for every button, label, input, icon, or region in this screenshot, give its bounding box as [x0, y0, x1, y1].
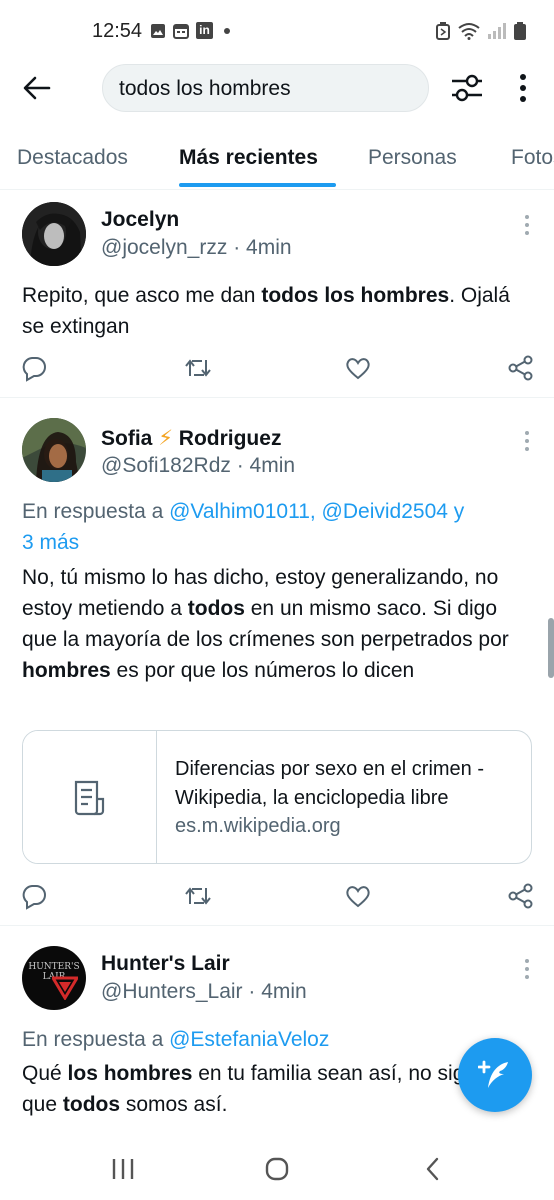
display-name[interactable]: Jocelyn: [101, 208, 179, 232]
tweet-text-segment: somos así.: [120, 1093, 228, 1116]
like-icon[interactable]: [344, 882, 372, 910]
active-tab-indicator: [179, 183, 336, 187]
search-topbar: todos los hombres: [0, 62, 554, 114]
tweet-item[interactable]: HUNTER'S LAIR Hunter's Lair @Hunters_Lair…: [0, 926, 554, 1136]
handle-time: @Hunters_Lair · 4min: [101, 980, 307, 1003]
link-preview-card[interactable]: Diferencias por sexo en el crimen - Wiki…: [22, 730, 532, 864]
search-input[interactable]: todos los hombres: [102, 64, 429, 112]
status-bar: 12:54 in: [0, 0, 554, 62]
avatar[interactable]: HUNTER'S LAIR: [22, 946, 86, 1010]
avatar[interactable]: [22, 202, 86, 266]
scrollbar-thumb[interactable]: [548, 618, 554, 678]
reply-icon[interactable]: [20, 882, 48, 910]
tweet-more-icon[interactable]: [518, 430, 536, 452]
tweet-text-highlight: todos: [62, 1093, 121, 1116]
share-icon[interactable]: [507, 882, 535, 910]
lightning-emoji: ⚡: [158, 427, 173, 450]
avatar-image: [22, 202, 86, 266]
tweet-more-icon[interactable]: [518, 214, 536, 236]
reply-more-link[interactable]: 3 más: [22, 531, 79, 554]
signal-icon: [488, 23, 506, 39]
home-icon[interactable]: [262, 1154, 292, 1184]
link-title: Diferencias por sexo en el crimen - Wiki…: [175, 758, 485, 809]
compose-quill-icon: [478, 1060, 508, 1088]
tweet-text-segment: Repito, que asco me dan: [22, 284, 262, 307]
calendar-icon: [173, 23, 189, 39]
retweet-icon[interactable]: [184, 354, 212, 382]
tweet-text-segment: es por que los números lo dicen: [110, 659, 415, 682]
reply-icon[interactable]: [20, 354, 48, 382]
search-tabs: Destacados Más recientes Personas Fotos: [0, 128, 554, 190]
handle-time: @jocelyn_rzz · 4min: [101, 236, 292, 259]
battery-saver-icon: [436, 22, 450, 40]
reply-mentions-link[interactable]: @Valhim01011, @Deivid2504: [169, 500, 448, 523]
tab-destacados[interactable]: Destacados: [17, 146, 128, 170]
reply-prefix: En respuesta a: [22, 1028, 170, 1051]
tweet-text-highlight: todos los hombres: [261, 284, 450, 307]
tweet-item[interactable]: Jocelyn @jocelyn_rzz · 4min Repito, que …: [0, 190, 554, 398]
image-icon: [151, 23, 165, 38]
display-name-first: Sofia: [101, 427, 153, 450]
status-time: 12:54: [92, 20, 143, 42]
more-options-icon[interactable]: [512, 72, 534, 104]
tab-fotos[interactable]: Fotos: [511, 146, 554, 170]
reply-prefix: En respuesta a: [22, 500, 170, 523]
tweet-item[interactable]: Sofia ⚡ Rodriguez @Sofi182Rdz · 4min En …: [0, 398, 554, 926]
handle-time: @Sofi182Rdz · 4min: [101, 454, 296, 477]
like-icon[interactable]: [344, 354, 372, 382]
tweet-more-icon[interactable]: [518, 958, 536, 980]
tweet-text: No, tú mismo lo has dicho, estoy general…: [22, 562, 532, 686]
search-filter-icon[interactable]: [450, 72, 484, 104]
reply-context: En respuesta a @EstefaniaVeloz: [22, 1024, 532, 1055]
compose-tweet-button[interactable]: [458, 1038, 532, 1112]
retweet-icon[interactable]: [184, 882, 212, 910]
display-name-last: Rodriguez: [178, 427, 282, 450]
reply-tail: y: [447, 500, 465, 523]
back-arrow-icon[interactable]: [22, 74, 52, 102]
avatar-image: [22, 418, 86, 482]
reply-mentions-link[interactable]: @EstefaniaVeloz: [169, 1028, 329, 1051]
article-icon: [74, 780, 105, 816]
tab-mas-recientes[interactable]: Más recientes: [179, 146, 318, 170]
avatar[interactable]: [22, 418, 86, 482]
tweet-text: Qué los hombres en tu familia sean así, …: [22, 1058, 532, 1120]
display-name[interactable]: Sofia ⚡ Rodriguez: [101, 426, 281, 451]
system-back-icon[interactable]: [418, 1154, 448, 1184]
battery-icon: [514, 22, 526, 40]
tweet-text-highlight: todos: [187, 597, 245, 620]
share-icon[interactable]: [507, 354, 535, 382]
tab-personas[interactable]: Personas: [368, 146, 457, 170]
tweet-text: Repito, que asco me dan todos los hombre…: [22, 280, 532, 342]
tweet-actions: [0, 354, 554, 384]
wifi-icon: [458, 23, 480, 40]
recent-apps-icon[interactable]: [108, 1154, 138, 1184]
status-right-icons: [436, 22, 526, 40]
link-thumbnail: [23, 731, 157, 863]
tweet-text-highlight: los hombres: [67, 1062, 193, 1085]
system-nav-bar: [0, 1136, 554, 1200]
reply-context: En respuesta a @Valhim01011, @Deivid2504…: [22, 496, 532, 558]
linkedin-icon: in: [196, 22, 213, 39]
tweet-text-highlight: hombres: [22, 659, 111, 682]
link-domain: es.m.wikipedia.org: [175, 815, 341, 837]
avatar-logo-mark: [52, 976, 78, 1000]
tweet-actions: [0, 882, 554, 912]
status-left-icons: in: [150, 22, 230, 39]
search-query-text: todos los hombres: [119, 77, 291, 100]
dot-icon: [224, 27, 230, 34]
tweet-text-segment: Qué: [22, 1062, 68, 1085]
display-name[interactable]: Hunter's Lair: [101, 952, 230, 976]
